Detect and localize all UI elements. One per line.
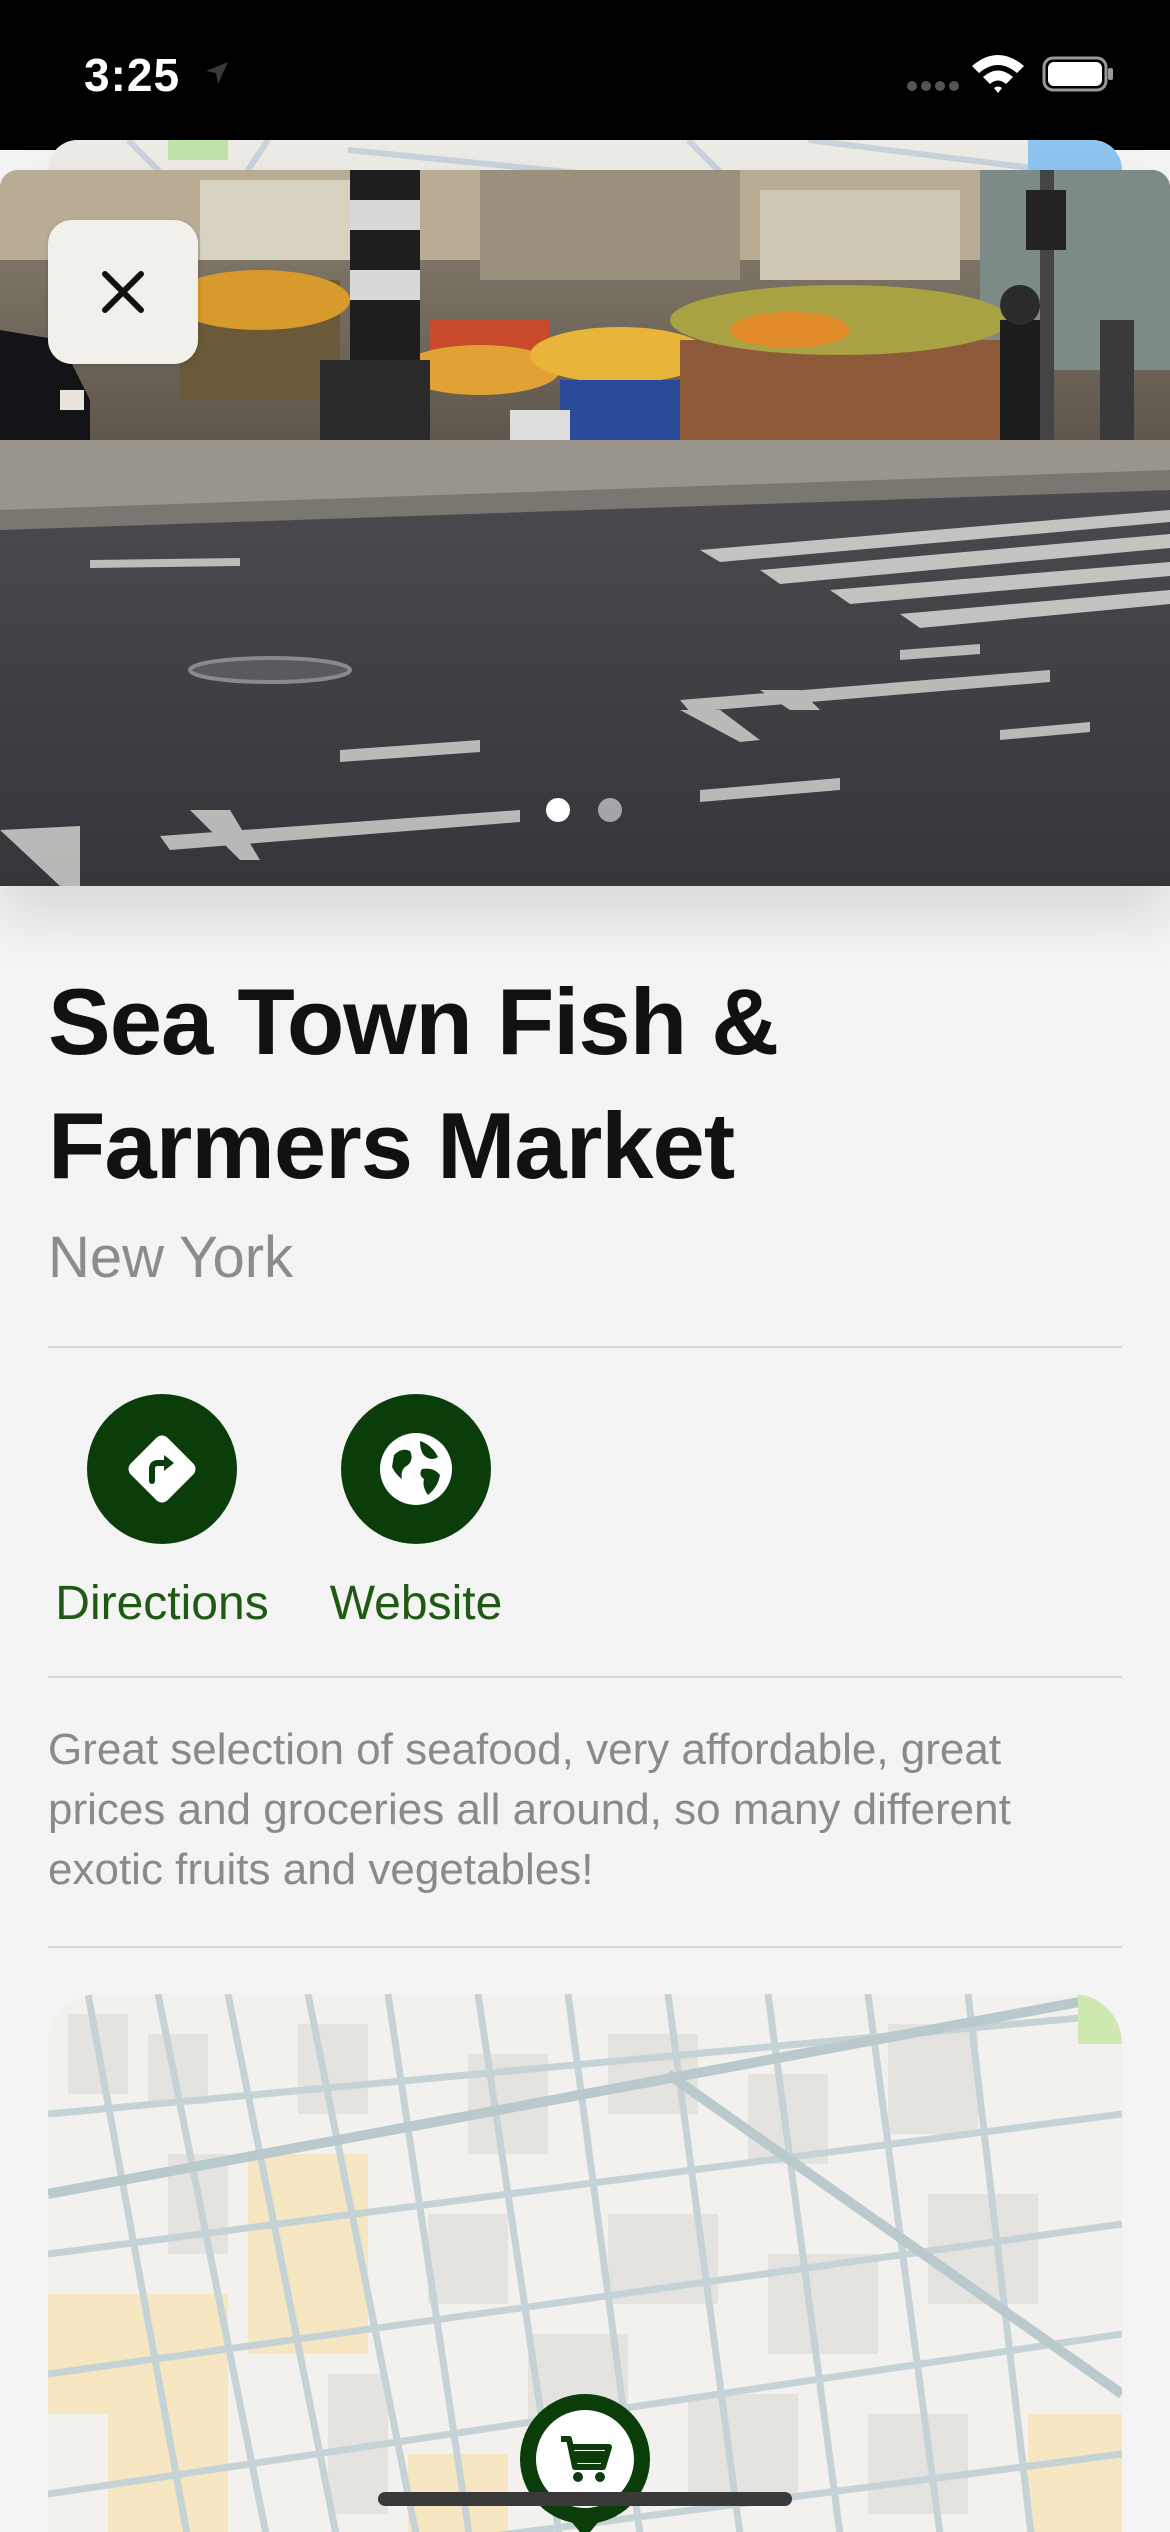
- map-pin-tail: [565, 2514, 605, 2532]
- home-indicator[interactable]: [378, 2492, 792, 2506]
- place-city: New York: [48, 1225, 294, 1290]
- website-label: Website: [329, 1577, 503, 1630]
- status-bar: 3:25: [0, 0, 1170, 150]
- directions-icon: [128, 1435, 196, 1503]
- divider: [48, 1946, 1122, 1948]
- photo-page-indicator[interactable]: [546, 798, 622, 822]
- status-time: 3:25: [84, 49, 181, 101]
- location-arrow-icon: [206, 62, 228, 84]
- close-button[interactable]: [48, 220, 198, 364]
- battery-icon: [1042, 56, 1113, 92]
- globe-icon: [380, 1433, 452, 1505]
- place-description: Great selection of seafood, very afforda…: [48, 1725, 1011, 1894]
- website-circle[interactable]: [341, 1394, 491, 1544]
- page-dot-active[interactable]: [546, 798, 570, 822]
- directions-label: Directions: [55, 1577, 269, 1630]
- wifi-icon: [972, 55, 1024, 93]
- place-title: Sea Town Fish & Farmers Market: [48, 969, 779, 1198]
- divider: [48, 1346, 1122, 1348]
- website-button[interactable]: Website: [316, 1394, 516, 1631]
- cellular-signal-icon: [907, 81, 959, 91]
- divider: [48, 1676, 1122, 1678]
- page-dot[interactable]: [598, 798, 622, 822]
- close-icon: [102, 271, 144, 313]
- cart-icon: [561, 2436, 612, 2482]
- directions-circle[interactable]: [87, 1394, 237, 1544]
- directions-button[interactable]: Directions: [48, 1394, 276, 1631]
